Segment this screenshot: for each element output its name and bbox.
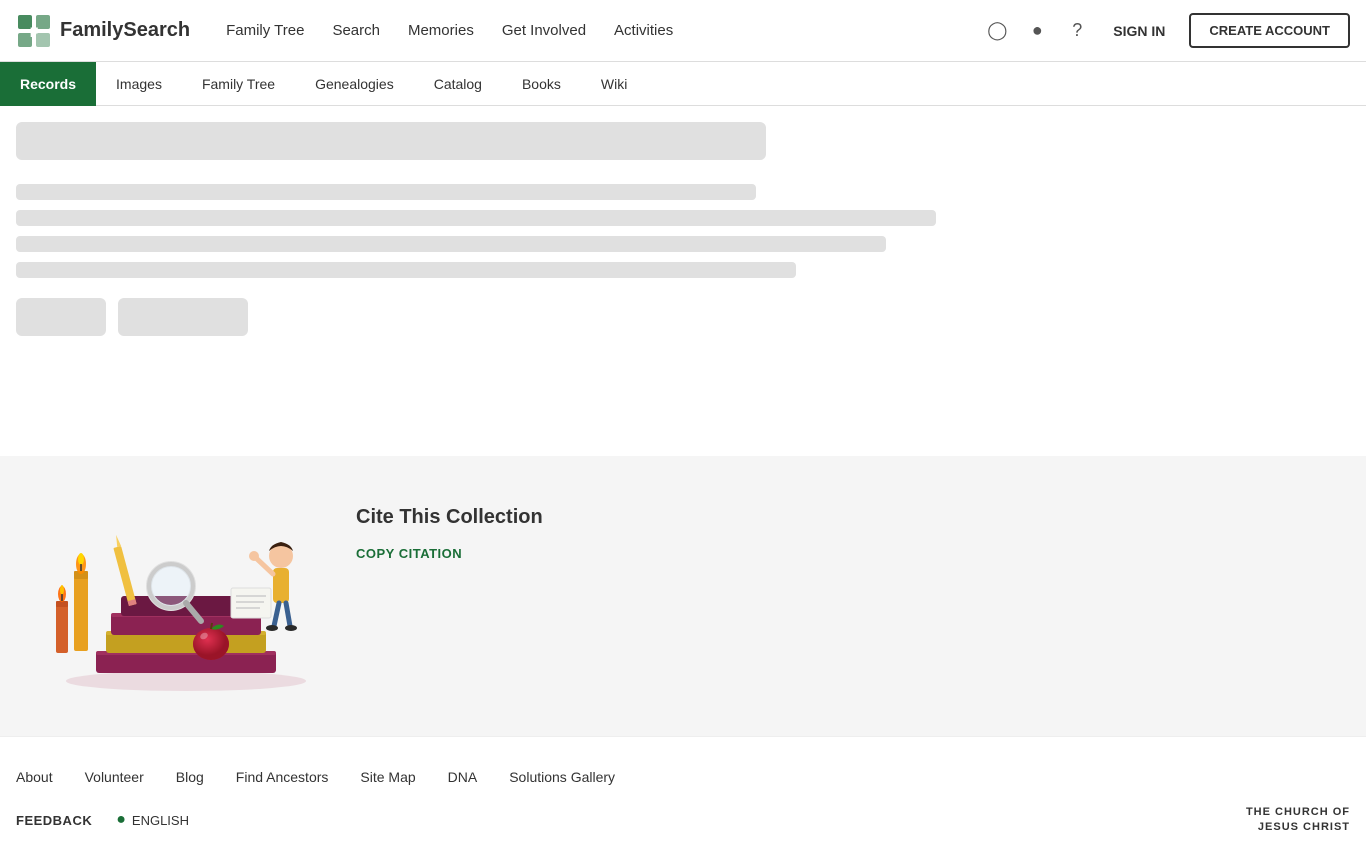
nav-search[interactable]: Search [320,14,392,47]
sub-nav: Records Images Family Tree Genealogies C… [0,62,1366,106]
footer-links: About Volunteer Blog Find Ancestors Site… [16,769,1350,785]
footer-site-map[interactable]: Site Map [360,769,415,785]
skeleton-btn-2 [118,298,248,336]
svg-text:F: F [30,24,39,40]
footer-volunteer[interactable]: Volunteer [85,769,144,785]
skeleton-title [16,122,766,160]
footer-bottom: FEEDBACK ● ENGLISH THE CHURCH OF JESUS C… [16,805,1350,836]
logo[interactable]: F FamilySearch [16,13,190,49]
subnav-catalog[interactable]: Catalog [414,62,502,106]
nav-memories[interactable]: Memories [396,14,486,47]
skeleton-line-3 [16,236,886,252]
subnav-wiki[interactable]: Wiki [581,62,647,106]
main-nav: Family Tree Search Memories Get Involved… [214,14,985,47]
language-label: ENGLISH [132,813,189,828]
logo-icon: F [16,13,52,49]
skeleton-line-1 [16,184,756,200]
subnav-records[interactable]: Records [0,62,96,106]
skeleton-line-4 [16,262,796,278]
create-account-button[interactable]: CREATE ACCOUNT [1189,13,1350,48]
footer-blog[interactable]: Blog [176,769,204,785]
footer: About Volunteer Blog Find Ancestors Site… [0,736,1366,852]
help-icon[interactable]: ? [1065,19,1089,43]
footer-about[interactable]: About [16,769,53,785]
footer-find-ancestors[interactable]: Find Ancestors [236,769,329,785]
subnav-images[interactable]: Images [96,62,182,106]
skeleton-buttons [16,298,1350,336]
header-actions: ◯ ● ? SIGN IN CREATE ACCOUNT [985,13,1350,48]
language-selector[interactable]: ● ENGLISH [116,811,189,829]
sign-in-button[interactable]: SIGN IN [1105,19,1173,43]
globe-footer-icon: ● [116,811,126,829]
footer-dna[interactable]: DNA [448,769,478,785]
main-content [0,106,1366,456]
logo-text: FamilySearch [60,19,190,42]
subnav-genealogies[interactable]: Genealogies [295,62,414,106]
nav-activities[interactable]: Activities [602,14,685,47]
nav-family-tree[interactable]: Family Tree [214,14,316,47]
cite-title: Cite This Collection [356,506,543,529]
copy-citation-link[interactable]: COPY CITATION [356,546,462,561]
skeleton-btn-1 [16,298,106,336]
skeleton-line-2 [16,210,936,226]
cite-content: Cite This Collection COPY CITATION [356,496,543,561]
church-logo: THE CHURCH OF JESUS CHRIST [1246,805,1350,836]
header: F FamilySearch Family Tree Search Memori… [0,0,1366,62]
subnav-books[interactable]: Books [502,62,581,106]
feedback-button[interactable]: FEEDBACK [16,813,92,828]
nav-get-involved[interactable]: Get Involved [490,14,598,47]
books-illustration [16,496,316,696]
cite-illustration [16,496,316,696]
footer-solutions-gallery[interactable]: Solutions Gallery [509,769,615,785]
subnav-family-tree[interactable]: Family Tree [182,62,295,106]
church-logo-text: THE CHURCH OF JESUS CHRIST [1246,805,1350,836]
globe-nav-icon[interactable]: ● [1025,19,1049,43]
location-icon[interactable]: ◯ [985,19,1009,43]
cite-section: Cite This Collection COPY CITATION [0,456,1366,736]
